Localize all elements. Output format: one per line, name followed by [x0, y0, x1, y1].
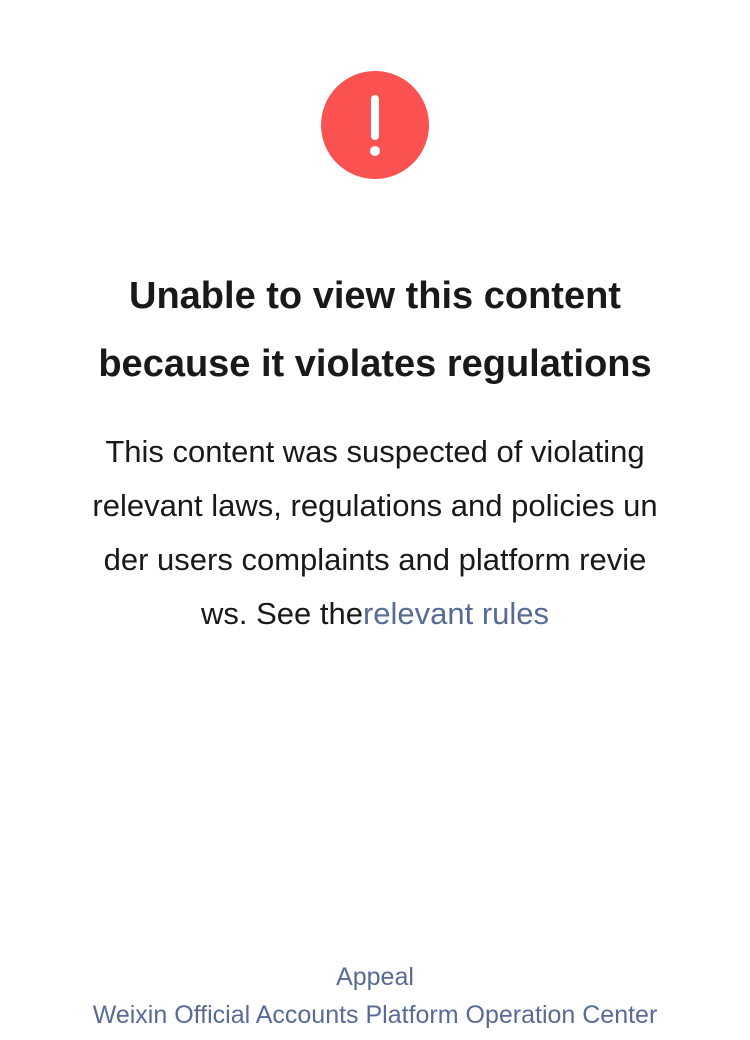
- footer: Appeal Weixin Official Accounts Platform…: [0, 958, 750, 1034]
- relevant-rules-link[interactable]: relevant rules: [363, 596, 549, 631]
- description-last-line: ws. See therelevant rules: [40, 587, 710, 641]
- title-line: Unable to view this content: [129, 275, 621, 317]
- operation-center-link[interactable]: Weixin Official Accounts Platform Operat…: [0, 996, 750, 1034]
- page-title: Unable to view this content because it v…: [40, 262, 710, 398]
- description-line: der users complaints and platform revie: [103, 542, 647, 577]
- title-line: because it violates regulations: [98, 343, 652, 385]
- description-prefix: ws. See the: [200, 596, 363, 631]
- description-line: This content was suspected of violating: [105, 434, 645, 469]
- appeal-link[interactable]: Appeal: [0, 958, 750, 996]
- violation-description: This content was suspected of violating …: [40, 425, 710, 641]
- warning-exclamation-icon: [321, 71, 429, 179]
- description-line: relevant laws, regulations and policies …: [92, 488, 658, 523]
